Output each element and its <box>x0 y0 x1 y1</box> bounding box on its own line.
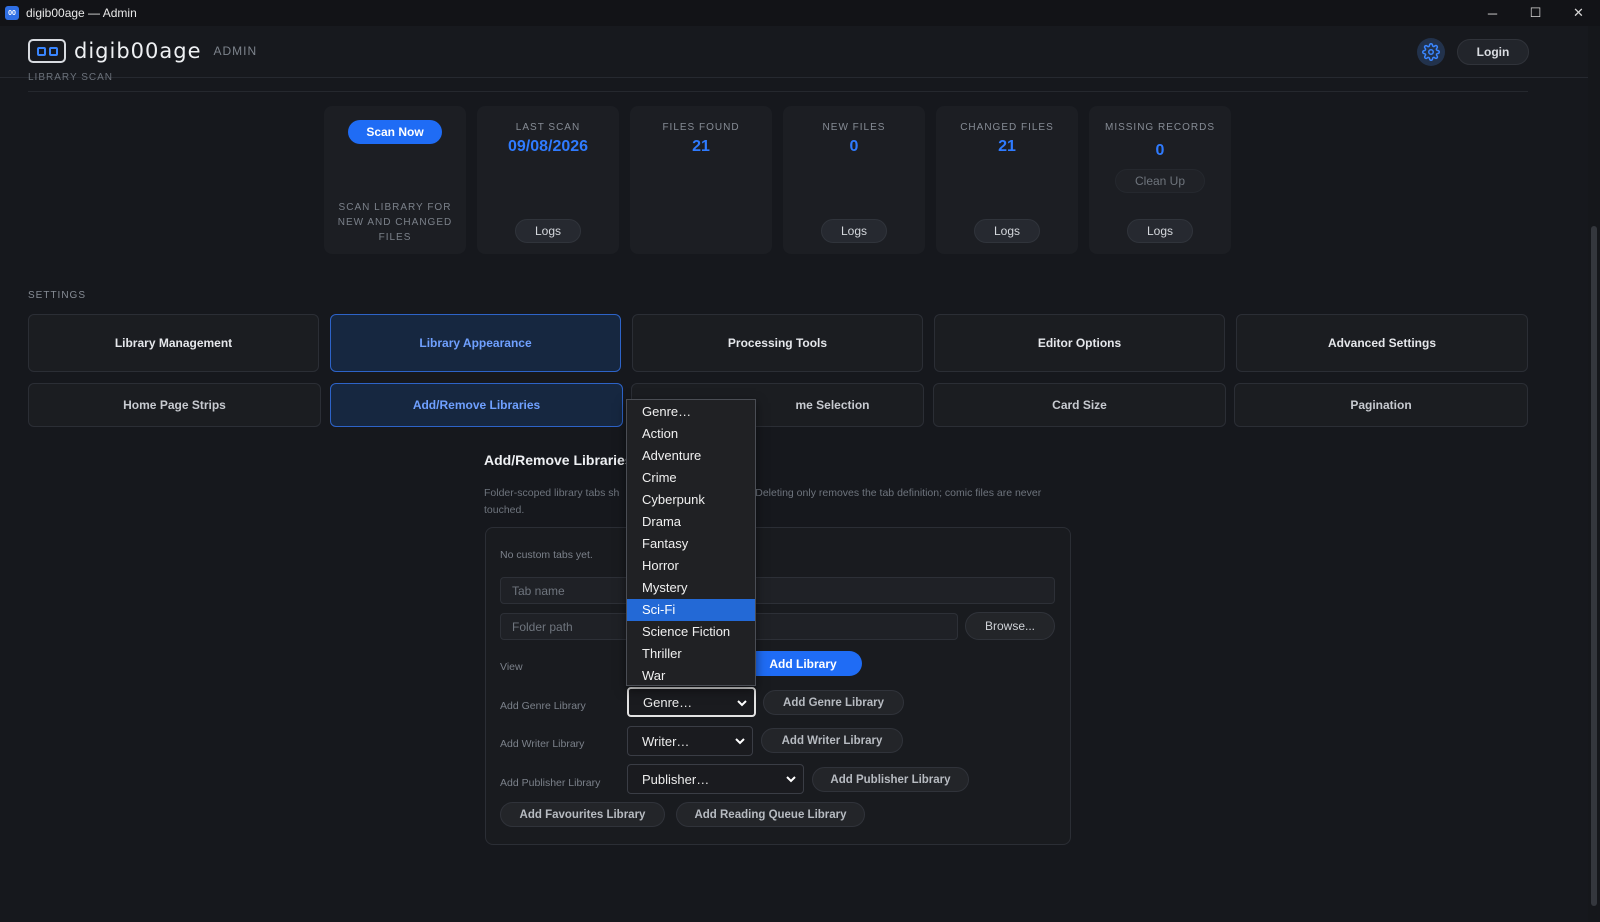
writer-select-value: Writer… <box>642 733 690 749</box>
last-scan-label: LAST SCAN <box>515 122 581 133</box>
panel-description: Folder-scoped library tabs sh . Deleting … <box>484 485 1084 519</box>
changed-files-card: CHANGED FILES 21 Logs <box>936 106 1078 254</box>
files-found-value: 21 <box>692 138 710 155</box>
new-files-value: 0 <box>849 138 859 155</box>
advanced-settings-card[interactable]: Advanced Settings <box>1236 314 1528 372</box>
add-favourites-library-button[interactable]: Add Favourites Library <box>500 802 665 827</box>
panel-desc-left: Folder-scoped library tabs sh <box>484 487 620 499</box>
panel-desc-line2: touched. <box>484 504 525 516</box>
publisher-row-label: Add Publisher Library <box>500 777 601 789</box>
minimize-button[interactable]: ─ <box>1471 0 1514 26</box>
add-library-button[interactable]: Add Library <box>744 651 862 676</box>
view-label: View <box>500 661 523 673</box>
genre-select[interactable]: Genre… <box>627 687 756 717</box>
publisher-select-value: Publisher… <box>642 771 710 787</box>
panel-desc-right: . Deleting only removes the tab definiti… <box>749 487 1042 499</box>
genre-option[interactable]: Thriller <box>627 643 755 665</box>
library-management-card[interactable]: Library Management <box>28 314 319 372</box>
missing-records-value: 0 <box>1155 142 1165 159</box>
app-header: digib00age ADMIN Login <box>0 26 1588 78</box>
login-button[interactable]: Login <box>1457 39 1529 65</box>
last-scan-card: LAST SCAN 09/08/2026 Logs <box>477 106 619 254</box>
panel-title: Add/Remove Libraries <box>484 452 633 468</box>
settings-label: SETTINGS <box>28 290 87 301</box>
new-files-logs-button[interactable]: Logs <box>821 219 887 243</box>
section-divider <box>28 91 1528 92</box>
changed-files-label: CHANGED FILES <box>960 122 1054 133</box>
files-found-label: FILES FOUND <box>662 122 740 133</box>
missing-records-logs-button[interactable]: Logs <box>1127 219 1193 243</box>
settings-button[interactable] <box>1417 38 1445 66</box>
window-title: digib00age — Admin <box>26 6 137 20</box>
no-tabs-message: No custom tabs yet. <box>500 549 593 561</box>
processing-tools-card[interactable]: Processing Tools <box>632 314 923 372</box>
clean-up-button[interactable]: Clean Up <box>1115 169 1205 193</box>
genre-option[interactable]: Action <box>627 423 755 445</box>
writer-row-label: Add Writer Library <box>500 738 585 750</box>
logo-text: digib00age <box>74 39 202 63</box>
app-icon: 00 <box>5 6 19 20</box>
library-scan-label: LIBRARY SCAN <box>28 72 113 80</box>
genre-option[interactable]: War <box>627 665 755 687</box>
genre-option[interactable]: Science Fiction <box>627 621 755 643</box>
maximize-button[interactable]: ☐ <box>1514 0 1557 26</box>
chevron-down-icon <box>735 738 745 745</box>
genre-option[interactable]: Drama <box>627 511 755 533</box>
genre-option[interactable]: Horror <box>627 555 755 577</box>
editor-options-card[interactable]: Editor Options <box>934 314 1225 372</box>
new-files-label: NEW FILES <box>822 122 886 133</box>
chevron-down-icon <box>737 700 747 707</box>
scan-now-card: Scan Now SCAN LIBRARY FOR NEW AND CHANGE… <box>324 106 466 254</box>
gear-icon <box>1422 43 1440 61</box>
files-found-card: FILES FOUND 21 <box>630 106 772 254</box>
add-publisher-library-button[interactable]: Add Publisher Library <box>812 767 969 792</box>
new-files-card: NEW FILES 0 Logs <box>783 106 925 254</box>
app-logo[interactable]: digib00age ADMIN <box>28 39 257 63</box>
logo-icon <box>28 39 66 63</box>
admin-label: ADMIN <box>213 44 258 58</box>
add-remove-libraries-tab[interactable]: Add/Remove Libraries <box>330 383 623 427</box>
page-scrollbar[interactable] <box>1588 26 1600 922</box>
home-page-strips-tab[interactable]: Home Page Strips <box>28 383 321 427</box>
genre-dropdown-list[interactable]: Genre… Action Adventure Crime Cyberpunk … <box>626 399 756 686</box>
close-button[interactable]: ✕ <box>1557 0 1600 26</box>
missing-records-label: MISSING RECORDS <box>1104 122 1215 133</box>
bottom-edge <box>0 896 1588 922</box>
scan-description: SCAN LIBRARY FOR NEW AND CHANGED FILES <box>337 202 453 243</box>
writer-select[interactable]: Writer… <box>627 726 753 756</box>
genre-option[interactable]: Mystery <box>627 577 755 599</box>
missing-records-card: MISSING RECORDS 0 Clean Up Logs <box>1089 106 1231 254</box>
library-appearance-card[interactable]: Library Appearance <box>330 314 621 372</box>
pagination-tab[interactable]: Pagination <box>1234 383 1528 427</box>
last-scan-value: 09/08/2026 <box>507 138 589 155</box>
last-scan-logs-button[interactable]: Logs <box>515 219 581 243</box>
genre-option[interactable]: Adventure <box>627 445 755 467</box>
add-reading-queue-library-button[interactable]: Add Reading Queue Library <box>676 802 865 827</box>
libraries-panel <box>485 527 1071 845</box>
genre-option[interactable]: Crime <box>627 467 755 489</box>
genre-option[interactable]: Genre… <box>627 401 755 423</box>
genre-option[interactable]: Cyberpunk <box>627 489 755 511</box>
add-writer-library-button[interactable]: Add Writer Library <box>761 728 903 753</box>
genre-select-value: Genre… <box>643 694 693 710</box>
scan-now-button[interactable]: Scan Now <box>348 120 442 144</box>
window-titlebar: 00 digib00age — Admin ─ ☐ ✕ <box>0 0 1600 26</box>
publisher-select[interactable]: Publisher… <box>627 764 804 794</box>
changed-files-logs-button[interactable]: Logs <box>974 219 1040 243</box>
browse-button[interactable]: Browse... <box>965 612 1055 640</box>
window-controls: ─ ☐ ✕ <box>1471 0 1600 26</box>
add-genre-library-button[interactable]: Add Genre Library <box>763 690 904 715</box>
genre-option-highlighted[interactable]: Sci-Fi <box>627 599 755 621</box>
tab-name-input[interactable]: Tab name <box>500 577 1055 604</box>
changed-files-value: 21 <box>998 138 1016 155</box>
chevron-down-icon <box>786 776 796 783</box>
scrollbar-thumb[interactable] <box>1591 226 1597 906</box>
genre-row-label: Add Genre Library <box>500 700 586 712</box>
genre-option[interactable]: Fantasy <box>627 533 755 555</box>
card-size-tab[interactable]: Card Size <box>933 383 1226 427</box>
